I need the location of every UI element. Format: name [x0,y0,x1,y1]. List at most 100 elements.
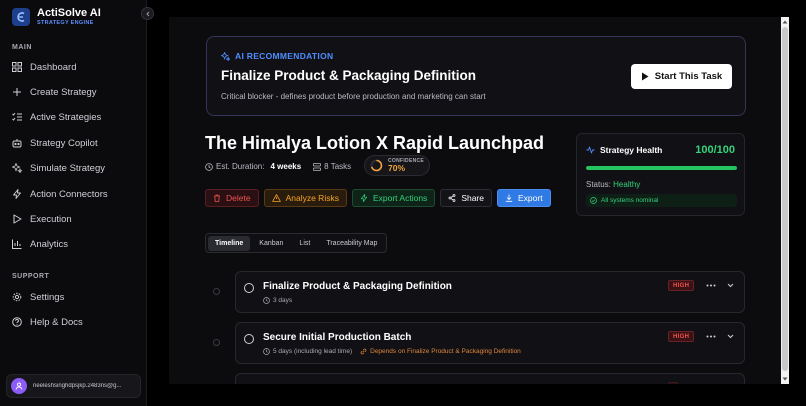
warning-icon [271,194,281,202]
section-label-main: MAIN [12,44,32,51]
ai-recommendation-tag-label: AI RECOMMENDATION [235,51,334,61]
sidebar-item-label: Active Strategies [30,111,102,123]
health-progress-fill [586,166,737,170]
strategy-health-card: Strategy Health 100/100 Status: Healthy … [576,133,745,216]
sidebar-item-label: Dashboard [30,61,77,73]
brand[interactable]: ActiSolve AI STRATEGY ENGINE [12,7,101,27]
copilot-icon [12,139,22,148]
export-actions-button[interactable]: Export Actions [351,189,436,207]
scrollbar-thumb[interactable] [782,27,788,371]
sparkles-icon [12,163,22,173]
play-icon [13,214,22,224]
start-task-label: Start This Task [654,71,723,82]
task-checkbox[interactable] [244,283,254,293]
sidebar-item-dashboard[interactable]: Dashboard [12,58,137,76]
task-checkbox[interactable] [244,334,254,344]
sidebar-item-label: Create Strategy [30,86,97,98]
help-icon [12,317,22,327]
analyze-risks-label: Analyze Risks [285,193,339,203]
sidebar-item-analytics[interactable]: Analytics [12,235,137,253]
bolt-icon [13,189,21,199]
tab-traceability-map[interactable]: Traceability Map [319,236,384,251]
play-icon [641,72,649,81]
health-status-value: Healthy [613,180,641,189]
user-icon [15,382,23,390]
gear-icon [12,292,22,302]
scrollbar[interactable] [781,17,789,384]
sidebar-item-execution[interactable]: Execution [12,210,137,228]
strategy-panel: AI RECOMMENDATION Finalize Product & Pac… [169,17,783,384]
task-expand-button[interactable] [725,280,735,290]
collapse-sidebar-button[interactable] [141,7,154,20]
project-meta: Est. Duration: 4 weeks 8 Tasks [205,162,351,171]
tab-list[interactable]: List [292,236,317,251]
sidebar-item-active-strategies[interactable]: Active Strategies [12,108,137,126]
export-label: Export [518,193,543,203]
sidebar-item-label: Strategy Copilot [30,137,98,149]
confidence-badge: CONFIDENCE 70% [364,155,430,176]
sidebar-item-create-strategy[interactable]: Create Strategy [12,83,137,101]
task-duration-text: 5 days (including lead time) [273,348,353,355]
priority-badge: HIGH [668,331,695,342]
task-more-button[interactable] [705,331,717,341]
share-button[interactable]: Share [440,189,492,207]
list-check-icon [12,112,22,121]
chevron-left-icon [145,11,149,16]
health-status: Status: Healthy [586,180,640,189]
duration-meta: Est. Duration: 4 weeks [205,162,301,171]
duration-label: Est. Duration: [216,162,265,171]
sidebar-item-settings[interactable]: Settings [12,288,137,306]
user-account[interactable]: neeleshsinghdpsjkp.2483ns@g... [6,374,141,398]
health-status-label: Status: [586,180,611,189]
sidebar-item-simulate-strategy[interactable]: Simulate Strategy [12,159,137,177]
tasks-count: 8 Tasks [324,162,352,171]
more-horizontal-icon [706,335,716,337]
task-meta: 5 days (including lead time) Depends on … [263,348,521,355]
activity-icon [586,146,595,154]
strategy-health-header: Strategy Health [586,145,662,155]
check-circle-icon [590,197,597,204]
tab-timeline[interactable]: Timeline [208,235,251,251]
more-horizontal-icon [706,284,716,286]
task-card[interactable] [235,373,745,384]
analyze-risks-button[interactable]: Analyze Risks [263,189,347,207]
download-icon [505,194,513,202]
sidebar-item-strategy-copilot[interactable]: Strategy Copilot [12,134,137,152]
task-card[interactable]: Secure Initial Production Batch 5 days (… [235,322,745,364]
priority-badge [668,382,678,384]
user-email: neeleshsinghdpsjkp.2483ns@g... [33,383,122,389]
confidence-value: 70% [388,163,406,173]
health-progress-track [586,166,737,170]
clock-icon [263,297,270,304]
task-more-button[interactable] [705,280,717,290]
export-actions-label: Export Actions [372,193,428,203]
sidebar-item-action-connectors[interactable]: Action Connectors [12,185,137,203]
task-expand-button[interactable] [725,331,735,341]
export-button[interactable]: Export [497,189,551,207]
duration-value: 4 weeks [270,162,302,171]
sparkles-icon [221,51,230,61]
task-title: Secure Initial Production Batch [263,332,412,343]
trash-icon [214,194,220,202]
tasks-icon [313,162,322,171]
task-card[interactable]: Finalize Product & Packaging Definition … [235,271,745,313]
health-score: 100/100 [695,144,735,156]
scroll-down-arrow-icon[interactable] [782,376,788,382]
delete-button[interactable]: Delete [205,189,259,207]
clock-icon [263,348,270,355]
task-duration-text: 3 days [273,297,293,304]
recommendation-subtitle: Critical blocker - defines product befor… [221,92,486,101]
strategy-health-title: Strategy Health [600,145,663,155]
tasks-meta: 8 Tasks [313,162,351,171]
task-meta: 3 days [263,297,292,304]
brand-name: ActiSolve AI [37,7,101,19]
brand-tagline: STRATEGY ENGINE [37,20,94,26]
bar-chart-icon [12,239,22,249]
bolt-icon [360,194,368,202]
scroll-up-arrow-icon[interactable] [782,19,788,25]
start-task-button[interactable]: Start This Task [631,64,732,89]
chevron-down-icon [727,283,733,287]
sidebar-item-help-docs[interactable]: Help & Docs [12,313,137,331]
tab-kanban[interactable]: Kanban [252,236,290,251]
page-title: The Himalya Lotion X Rapid Launchpad [205,133,545,153]
